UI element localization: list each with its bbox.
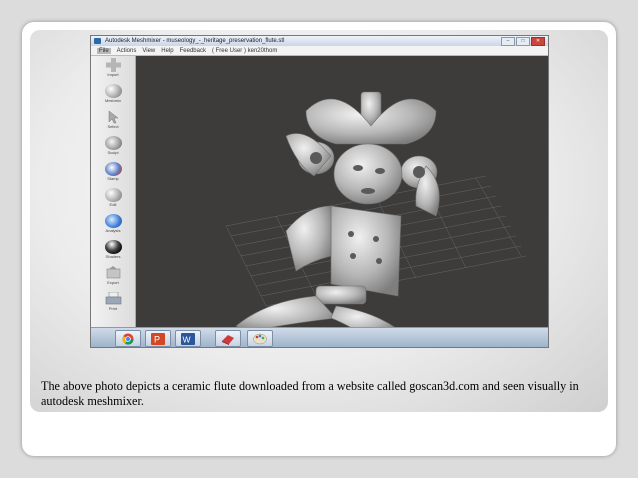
menu-actions[interactable]: Actions: [117, 48, 137, 54]
export-icon: [106, 266, 120, 279]
menu-file[interactable]: File: [97, 47, 111, 54]
tool-select[interactable]: Select: [91, 110, 135, 130]
taskbar-item-word[interactable]: W: [175, 330, 201, 347]
tool-shaders[interactable]: Shaders: [91, 240, 135, 260]
tool-sculpt-label: Sculpt: [107, 150, 119, 155]
tool-stamp[interactable]: Stamp: [91, 162, 135, 182]
tool-import[interactable]: Import: [91, 58, 135, 78]
paint-icon: [253, 333, 267, 344]
tool-analysis-label: Analysis: [105, 228, 121, 233]
minimize-button[interactable]: –: [501, 37, 515, 46]
powerpoint-icon: P: [151, 332, 165, 345]
svg-text:W: W: [183, 334, 191, 344]
meshmixer-screenshot: Autodesk Meshmixer - museology_-_heritag…: [90, 35, 549, 348]
3d-viewport[interactable]: [136, 56, 548, 328]
tool-sidebar: Import Meshmix Select Sculpt Stamp Edit …: [91, 56, 136, 328]
tool-print[interactable]: Print: [91, 292, 135, 312]
ceramic-flute-model: [235, 91, 440, 328]
tool-print-label: Print: [108, 306, 118, 311]
tool-analysis[interactable]: Analysis: [91, 214, 135, 234]
tool-meshmix[interactable]: Meshmix: [91, 84, 135, 104]
shader-sphere-icon: [104, 240, 122, 254]
menu-view[interactable]: View: [142, 48, 155, 54]
word-icon: W: [181, 332, 195, 345]
edit-icon: [104, 188, 122, 202]
tool-export[interactable]: Export: [91, 266, 135, 286]
close-button[interactable]: ✕: [531, 37, 545, 46]
window-title: Autodesk Meshmixer - museology_-_heritag…: [105, 38, 285, 44]
app-icon: [222, 334, 234, 345]
maximize-button[interactable]: □: [516, 37, 530, 46]
window-titlebar: Autodesk Meshmixer - museology_-_heritag…: [91, 36, 548, 46]
svg-text:P: P: [154, 334, 160, 344]
tool-select-label: Select: [107, 124, 119, 129]
tool-meshmix-label: Meshmix: [104, 98, 121, 103]
slide-panel: Autodesk Meshmixer - museology_-_heritag…: [30, 30, 608, 412]
tool-import-label: Import: [107, 72, 119, 77]
chrome-icon: [122, 333, 134, 345]
taskbar-item-app[interactable]: [215, 330, 241, 347]
tool-edit[interactable]: Edit: [91, 188, 135, 208]
sculpt-brush-icon: [104, 136, 122, 150]
tool-edit-label: Edit: [109, 202, 117, 207]
meshmixer-app-icon: [94, 38, 101, 44]
tool-sculpt[interactable]: Sculpt: [91, 136, 135, 156]
plus-icon: [105, 58, 121, 72]
slide-caption: The above photo depicts a ceramic flute …: [41, 379, 579, 408]
meshmix-icon: [104, 84, 122, 98]
menu-help[interactable]: Help: [161, 48, 173, 54]
stamp-icon: [104, 162, 122, 176]
analysis-icon: [104, 214, 122, 228]
tool-stamp-label: Stamp: [107, 176, 119, 181]
menu-feedback[interactable]: Feedback: [180, 48, 206, 54]
taskbar-item-chrome[interactable]: [115, 330, 141, 347]
printer-icon: [105, 292, 121, 305]
menu-user[interactable]: ( Free User ) ken20thom: [212, 48, 277, 54]
tool-export-label: Export: [107, 280, 119, 285]
select-arrow-icon: [108, 110, 119, 124]
tool-shaders-label: Shaders: [105, 254, 121, 259]
taskbar-item-powerpoint[interactable]: P: [145, 330, 171, 347]
taskbar-item-paint[interactable]: [247, 330, 273, 347]
menu-bar: File Actions View Help Feedback ( Free U…: [91, 46, 548, 56]
windows-taskbar: P W: [91, 327, 548, 347]
